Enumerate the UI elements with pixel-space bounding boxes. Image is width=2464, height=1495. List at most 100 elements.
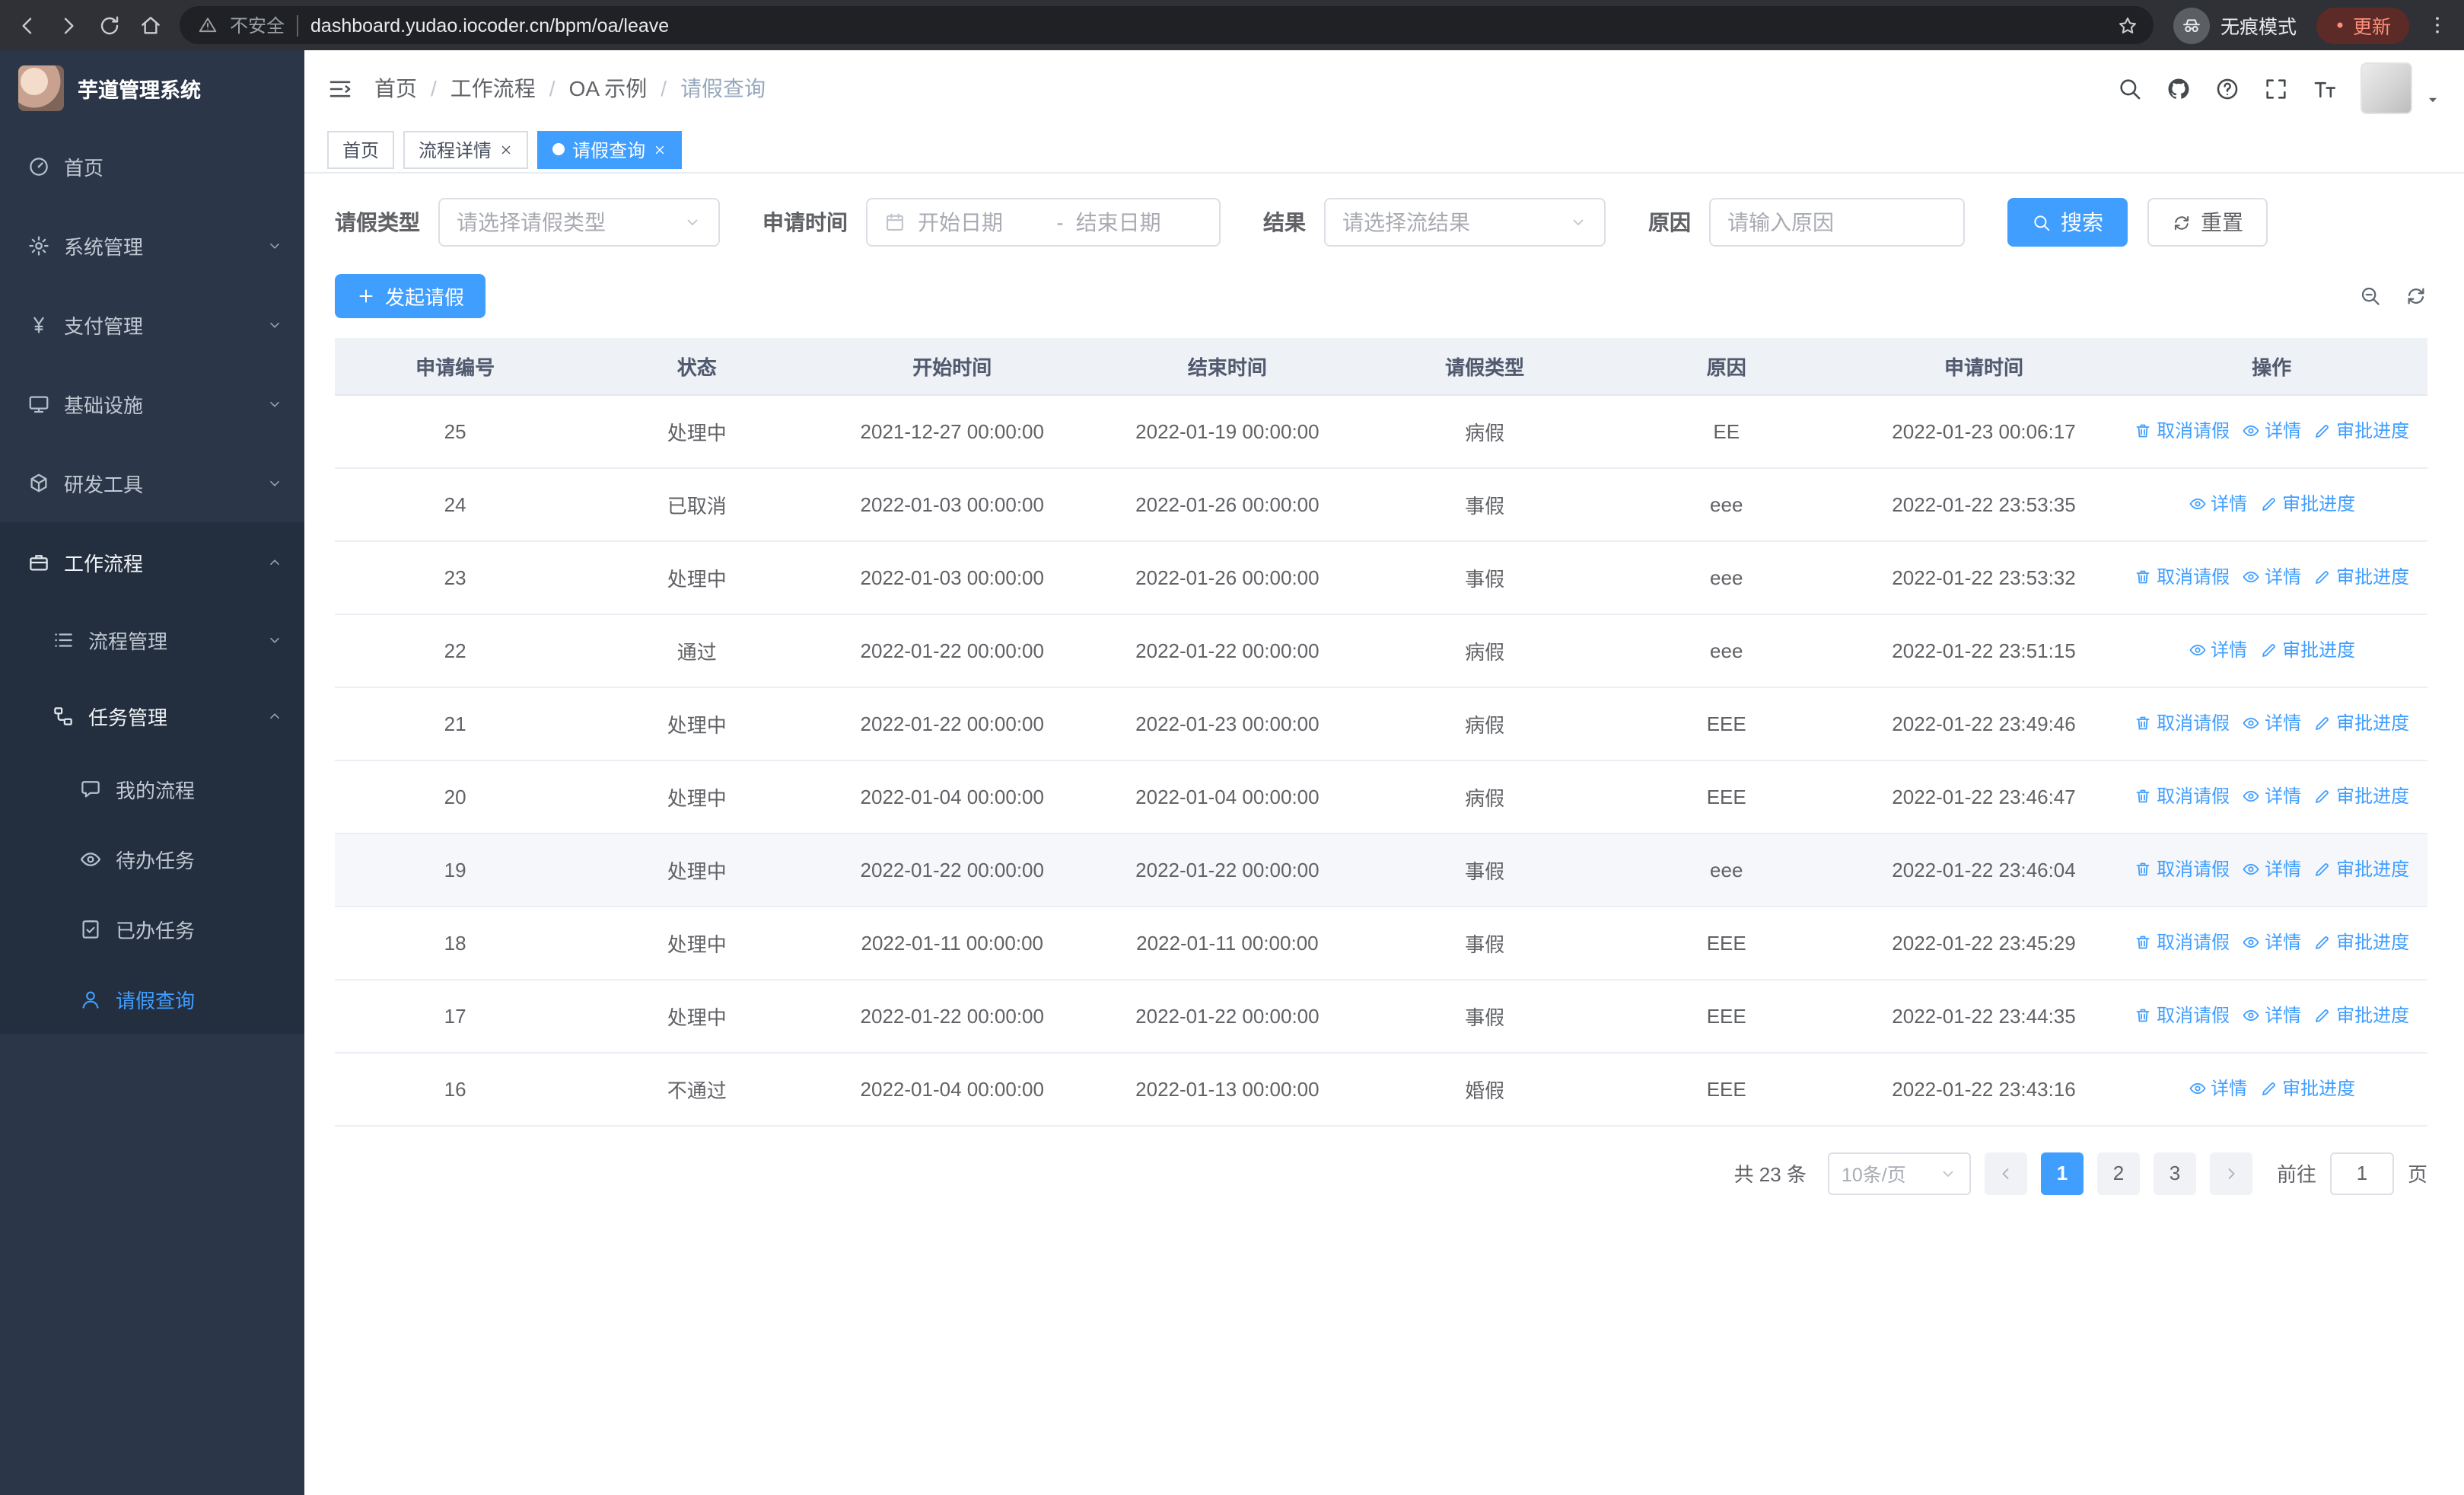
table-row-16[interactable]: 16 不通过 2022-01-04 00:00:00 2022-01-13 00:00… [335,1052,2427,1126]
cancel-leave-link[interactable]: 取消请假 [2134,564,2230,590]
sidebar-item-process-mgmt[interactable]: 流程管理 [0,601,304,677]
cancel-leave-link[interactable]: 取消请假 [2134,1003,2230,1028]
font-size-icon[interactable] [2312,75,2338,101]
approval-progress-link[interactable]: 审批进度 [2313,564,2409,590]
close-icon[interactable] [653,142,667,156]
date-range-picker[interactable]: 开始日期 - 结束日期 [866,198,1221,247]
table-row-24[interactable]: 24 已取消 2022-01-03 00:00:00 2022-01-26 00:00… [335,467,2427,541]
search-button[interactable]: 搜索 [2007,198,2128,247]
detail-link[interactable]: 详情 [2188,637,2247,663]
prev-page-button[interactable] [1984,1152,2027,1194]
cancel-leave-link[interactable]: 取消请假 [2134,710,2230,736]
breadcrumb-item[interactable]: OA 示例 [569,73,648,104]
cancel-leave-link[interactable]: 取消请假 [2134,783,2230,809]
reason-input[interactable] [1709,198,1965,247]
breadcrumb-item[interactable]: 工作流程 [450,73,536,104]
tab-process-detail[interactable]: 流程详情 [403,130,529,168]
browser-reload-icon[interactable] [97,13,122,37]
address-bar[interactable]: 不安全 dashboard.yudao.iocoder.cn/bpm/oa/le… [180,6,2154,44]
logo[interactable]: 芋道管理系统 [0,50,304,126]
cancel-leave-link[interactable]: 取消请假 [2134,418,2230,444]
approval-progress-link[interactable]: 审批进度 [2313,929,2409,955]
reset-button[interactable]: 重置 [2147,198,2268,247]
sidebar-item-my-process[interactable]: 我的流程 [0,754,304,824]
security-label[interactable]: 不安全 [230,12,285,38]
table-row-25[interactable]: 25 处理中 2021-12-27 00:00:00 2022-01-19 00:00… [335,394,2427,468]
sidebar-item-done-task[interactable]: 已办任务 [0,894,304,964]
table-row-20[interactable]: 20 处理中 2022-01-04 00:00:00 2022-01-04 00:00… [335,760,2427,834]
detail-link[interactable]: 详情 [2188,491,2247,517]
fullscreen-icon[interactable] [2263,75,2289,101]
table-row-19[interactable]: 19 处理中 2022-01-22 00:00:00 2022-01-22 00:00… [335,833,2427,907]
sidebar-item-home[interactable]: 首页 [0,126,304,206]
detail-link[interactable]: 详情 [2242,418,2301,444]
approval-progress-link[interactable]: 审批进度 [2313,1003,2409,1028]
close-icon[interactable] [499,142,513,156]
cell-id: 20 [335,760,576,834]
github-icon[interactable] [2166,75,2192,101]
approval-progress-link[interactable]: 审批进度 [2259,491,2355,517]
avatar[interactable] [2361,62,2412,114]
sidebar-item-payment[interactable]: 支付管理 [0,285,304,364]
sidebar-item-system[interactable]: 系统管理 [0,206,304,285]
table-row-23[interactable]: 23 处理中 2022-01-03 00:00:00 2022-01-26 00:00… [335,540,2427,614]
approval-progress-link[interactable]: 审批进度 [2259,1076,2355,1101]
cell-start: 2022-01-03 00:00:00 [818,467,1087,541]
sidebar-item-infra[interactable]: 基础设施 [0,364,304,443]
breadcrumb-item[interactable]: 首页 [374,73,417,104]
help-icon[interactable] [2214,75,2240,101]
detail-link[interactable]: 详情 [2188,1076,2247,1101]
approval-progress-link[interactable]: 审批进度 [2313,710,2409,736]
page-button-1[interactable]: 1 [2040,1152,2084,1194]
create-leave-button[interactable]: 发起请假 [335,274,486,318]
goto-page-input[interactable] [2329,1152,2394,1194]
page-size-select[interactable]: 10条/页 [1827,1152,1971,1194]
cell-actions: 详情 审批进度 [2115,1052,2427,1126]
detail-link[interactable]: 详情 [2242,564,2301,590]
bookmark-star-icon[interactable] [2117,14,2138,36]
chevron-down-icon[interactable] [2424,91,2441,107]
browser-home-icon[interactable] [138,13,163,37]
plus-icon [356,286,376,306]
browser-forward-icon[interactable] [56,13,81,37]
sidebar-item-devtools[interactable]: 研发工具 [0,443,304,522]
detail-link[interactable]: 详情 [2242,856,2301,882]
search-icon[interactable] [2117,75,2143,101]
update-button[interactable]: 更新 [2316,7,2409,43]
page-button-3[interactable]: 3 [2153,1152,2196,1194]
detail-link[interactable]: 详情 [2242,1003,2301,1028]
approval-progress-link[interactable]: 审批进度 [2313,856,2409,882]
leave-type-select[interactable]: 请选择请假类型 [438,198,720,247]
tab-home[interactable]: 首页 [327,130,395,168]
cancel-leave-link[interactable]: 取消请假 [2134,929,2230,955]
page-button-2[interactable]: 2 [2096,1152,2140,1194]
cancel-leave-link[interactable]: 取消请假 [2134,856,2230,882]
browser-back-icon[interactable] [15,13,40,37]
table-row-18[interactable]: 18 处理中 2022-01-11 00:00:00 2022-01-11 00:00… [335,906,2427,980]
detail-link[interactable]: 详情 [2242,710,2301,736]
table-row-17[interactable]: 17 处理中 2022-01-22 00:00:00 2022-01-22 00:00… [335,979,2427,1053]
collapse-sidebar-icon[interactable] [327,75,353,101]
browser-toolbar: 不安全 dashboard.yudao.iocoder.cn/bpm/oa/le… [0,0,2464,50]
next-page-button[interactable] [2209,1152,2252,1194]
browser-menu-icon[interactable] [2426,14,2449,37]
tab-leave-query[interactable]: 请假查询 [537,130,683,168]
chevron-left-icon [1997,1164,2015,1182]
table-row-22[interactable]: 22 通过 2022-01-22 00:00:00 2022-01-22 00:00:… [335,614,2427,687]
detail-link[interactable]: 详情 [2242,929,2301,955]
approval-progress-link[interactable]: 审批进度 [2313,418,2409,444]
table-refresh-icon[interactable] [2405,285,2427,308]
approval-progress-link[interactable]: 审批进度 [2313,783,2409,809]
approval-progress-link[interactable]: 审批进度 [2259,637,2355,663]
sidebar-item-task-mgmt[interactable]: 任务管理 [0,677,304,754]
cell-applied: 2022-01-22 23:49:46 [1851,687,2116,760]
table-row-21[interactable]: 21 处理中 2022-01-22 00:00:00 2022-01-23 00:00… [335,687,2427,760]
cell-id: 24 [335,467,576,541]
sidebar-item-todo-task[interactable]: 待办任务 [0,824,304,894]
detail-link[interactable]: 详情 [2242,783,2301,809]
result-select[interactable]: 请选择流结果 [1324,198,1606,247]
sidebar-item-leave-query[interactable]: 请假查询 [0,964,304,1034]
table-search-icon[interactable] [2359,285,2382,308]
cell-end: 2022-01-22 00:00:00 [1086,614,1369,687]
sidebar-item-workflow[interactable]: 工作流程 [0,522,304,601]
